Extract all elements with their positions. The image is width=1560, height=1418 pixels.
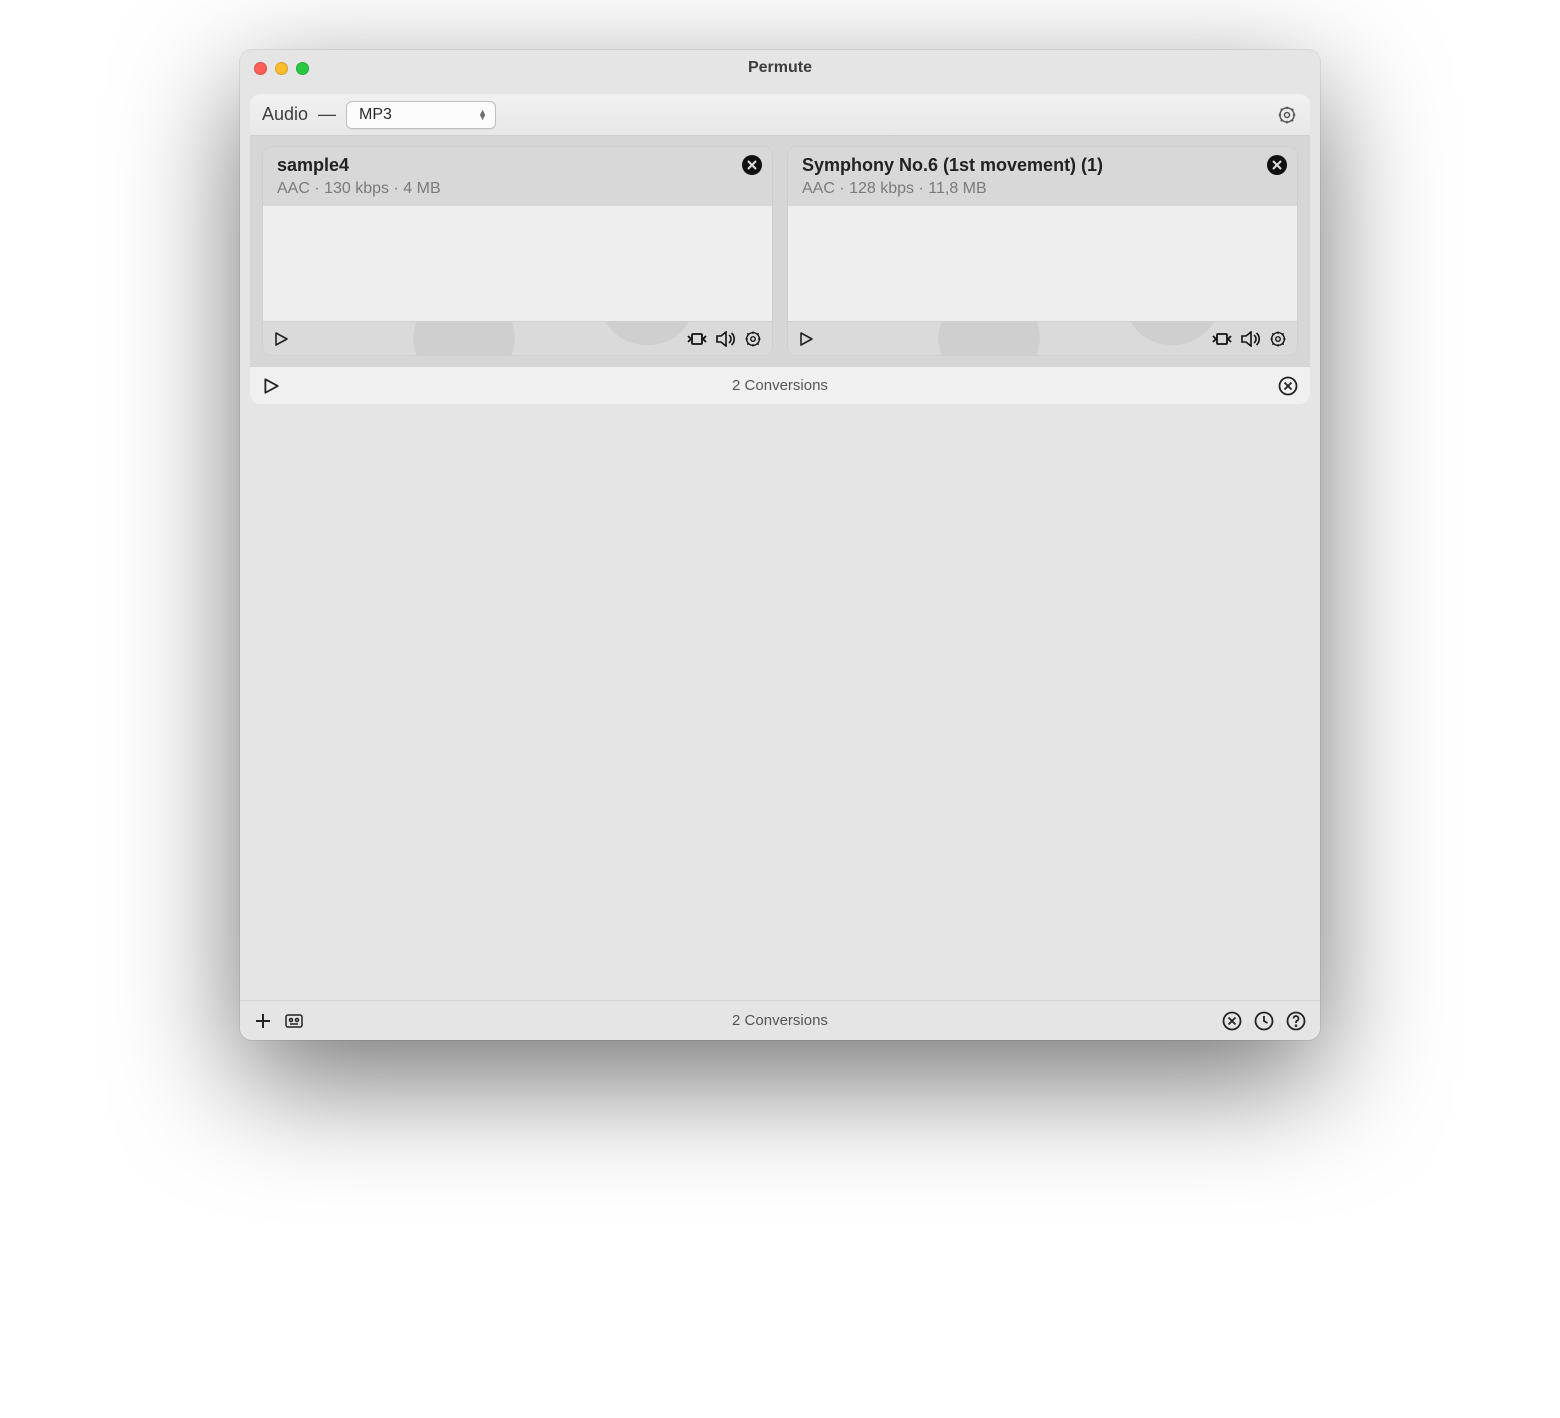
panel-header: Audio — MP3 ▲▼ — [250, 94, 1310, 136]
trim-icon — [1211, 331, 1233, 347]
close-icon — [1272, 160, 1282, 170]
gear-icon — [744, 330, 762, 348]
add-file-button[interactable] — [254, 1012, 272, 1030]
zoom-window-button[interactable] — [296, 62, 309, 75]
speaker-icon — [1241, 331, 1261, 347]
close-circle-icon — [1222, 1011, 1242, 1031]
panel-clear-button[interactable] — [1278, 376, 1298, 396]
card-meta: AAC · 130 kbps · 4 MB — [277, 180, 760, 198]
app-window: Permute Audio — MP3 ▲▼ — [240, 50, 1320, 1040]
card-remove-button[interactable] — [742, 155, 762, 175]
card-settings-button[interactable] — [1269, 330, 1287, 348]
history-button[interactable] — [1254, 1011, 1274, 1031]
card-meta: AAC · 128 kbps · 11,8 MB — [802, 180, 1285, 198]
robot-icon — [284, 1013, 304, 1029]
panel-conversion-count: 2 Conversions — [250, 377, 1310, 394]
minimize-window-button[interactable] — [275, 62, 288, 75]
conversion-panel: Audio — MP3 ▲▼ — [250, 94, 1310, 404]
card-preview-area — [263, 206, 772, 321]
card-trim-button[interactable] — [1211, 331, 1233, 347]
card-toolbar — [263, 321, 772, 355]
card-remove-button[interactable] — [1267, 155, 1287, 175]
card-title: sample4 — [277, 155, 760, 176]
card-trim-button[interactable] — [686, 331, 708, 347]
panel-play-all-button[interactable] — [262, 377, 280, 395]
play-icon — [273, 331, 289, 347]
conversion-card: Symphony No.6 (1st movement) (1) AAC · 1… — [787, 146, 1298, 356]
clear-all-button[interactable] — [1222, 1011, 1242, 1031]
card-play-button[interactable] — [798, 331, 814, 347]
window-conversion-count: 2 Conversions — [240, 1012, 1320, 1029]
card-title: Symphony No.6 (1st movement) (1) — [802, 155, 1285, 176]
window-footer: 2 Conversions — [240, 1000, 1320, 1040]
card-settings-button[interactable] — [744, 330, 762, 348]
window-title: Permute — [240, 59, 1320, 77]
gear-icon — [1277, 105, 1297, 125]
format-select[interactable]: MP3 ▲▼ — [346, 101, 496, 129]
panel-footer: 2 Conversions — [250, 366, 1310, 404]
clock-icon — [1254, 1011, 1274, 1031]
card-header: sample4 AAC · 130 kbps · 4 MB — [263, 147, 772, 206]
panel-settings-button[interactable] — [1276, 104, 1298, 126]
close-window-button[interactable] — [254, 62, 267, 75]
gear-icon — [1269, 330, 1287, 348]
trim-icon — [686, 331, 708, 347]
format-select-value: MP3 — [359, 106, 392, 124]
traffic-lights — [240, 62, 309, 75]
card-header: Symphony No.6 (1st movement) (1) AAC · 1… — [788, 147, 1297, 206]
play-icon — [798, 331, 814, 347]
close-circle-icon — [1278, 376, 1298, 396]
play-icon — [262, 377, 280, 395]
panel-category-label: Audio — [262, 104, 308, 125]
card-play-button[interactable] — [273, 331, 289, 347]
capture-device-button[interactable] — [284, 1013, 304, 1029]
help-button[interactable] — [1286, 1011, 1306, 1031]
close-icon — [747, 160, 757, 170]
conversion-card: sample4 AAC · 130 kbps · 4 MB — [262, 146, 773, 356]
plus-icon — [254, 1012, 272, 1030]
speaker-icon — [716, 331, 736, 347]
dash-separator: — — [318, 104, 336, 125]
updown-icon: ▲▼ — [478, 110, 487, 120]
card-preview-area — [788, 206, 1297, 321]
titlebar: Permute — [240, 50, 1320, 86]
card-volume-button[interactable] — [716, 331, 736, 347]
cards-row: sample4 AAC · 130 kbps · 4 MB — [250, 136, 1310, 366]
card-toolbar — [788, 321, 1297, 355]
card-volume-button[interactable] — [1241, 331, 1261, 347]
question-icon — [1286, 1011, 1306, 1031]
